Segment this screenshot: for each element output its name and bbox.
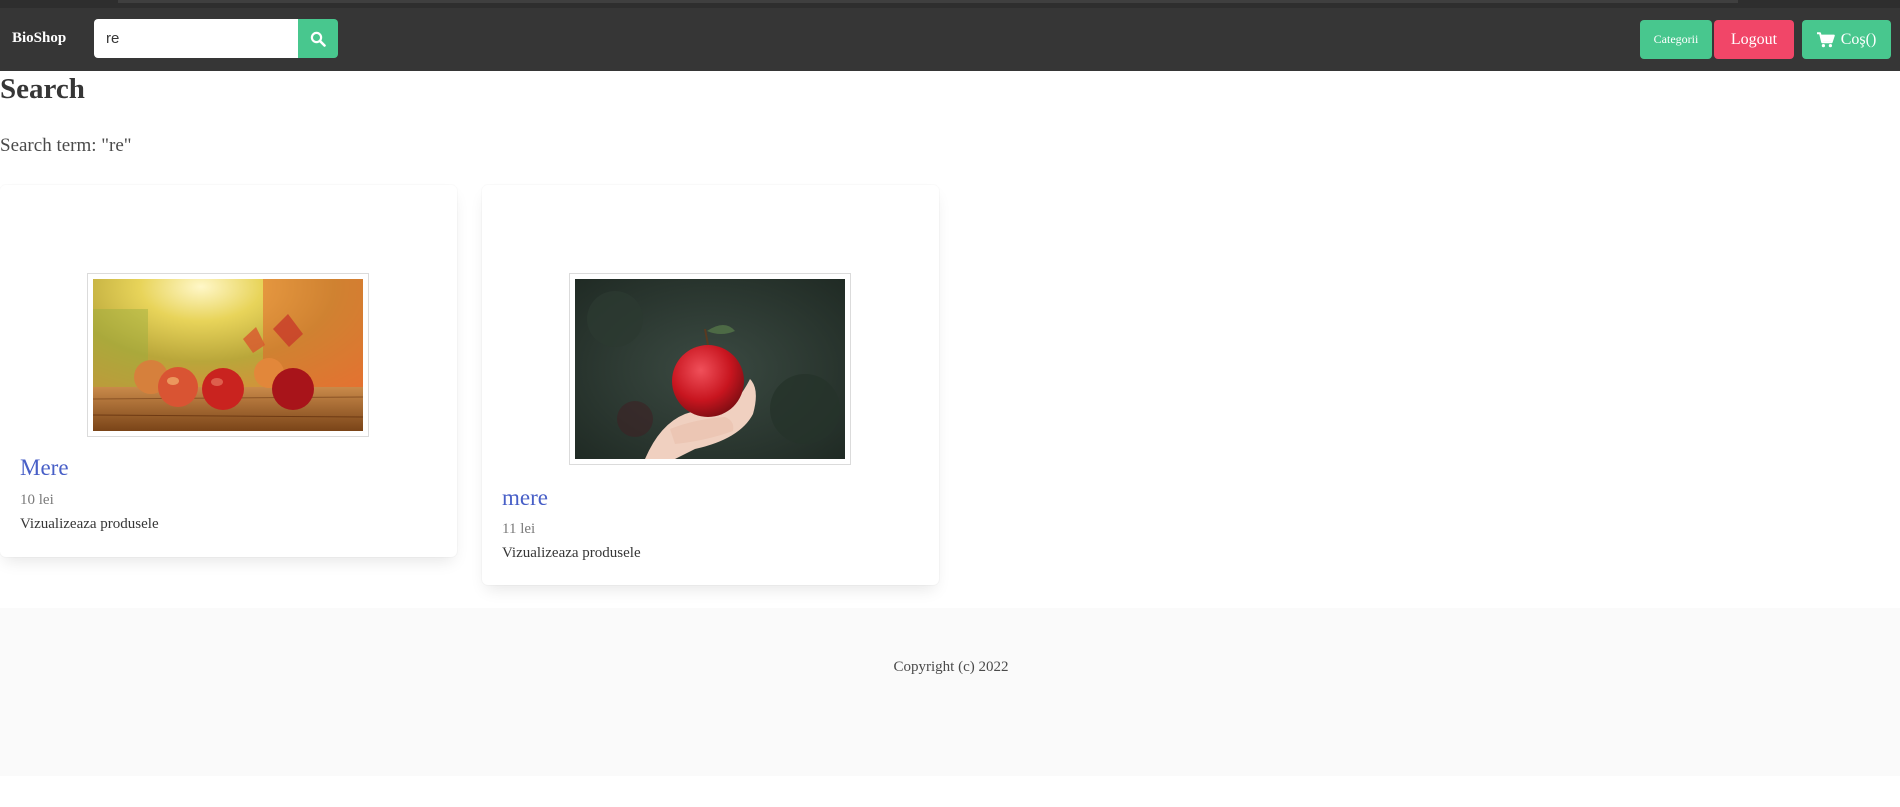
product-card: Mere 10 lei Vizualizeaza produsele [0, 185, 457, 557]
copyright-text: Copyright (c) 2022 [893, 659, 1009, 675]
product-card: mere 11 lei Vizualizeaza produsele [482, 185, 939, 585]
logout-button[interactable]: Logout [1714, 20, 1794, 59]
search-input[interactable] [94, 19, 298, 58]
cart-label: Coş() [1840, 30, 1877, 48]
apples-on-table-image [93, 279, 363, 431]
search-button[interactable] [298, 19, 338, 58]
categories-button[interactable]: Categorii [1640, 20, 1712, 59]
search-icon [310, 31, 326, 47]
view-products-link[interactable]: Vizualizeaza produsele [20, 516, 159, 533]
categories-label: Categorii [1653, 32, 1699, 46]
logout-label: Logout [1730, 30, 1778, 48]
product-price: 11 lei [502, 521, 536, 537]
page-title: Search [0, 73, 85, 105]
view-products-link[interactable]: Vizualizeaza produsele [502, 545, 641, 562]
cart-button[interactable]: Coş() [1802, 20, 1891, 59]
browser-strip-bar [118, 0, 1738, 3]
search-term-text: Search term: "re" [0, 135, 132, 156]
hand-holding-apple-image [575, 279, 845, 459]
product-name-link[interactable]: Mere [20, 455, 69, 481]
browser-top-strip [0, 0, 1900, 8]
product-price: 10 lei [20, 492, 54, 508]
product-image[interactable] [87, 273, 369, 437]
cart-icon [1816, 31, 1835, 47]
brand-logo[interactable]: BioShop [12, 30, 66, 47]
footer: Copyright (c) 2022 [0, 608, 1900, 776]
product-name-link[interactable]: mere [502, 485, 548, 511]
product-image[interactable] [569, 273, 851, 465]
navbar: BioShop Categorii Logout Coş() [0, 8, 1900, 71]
